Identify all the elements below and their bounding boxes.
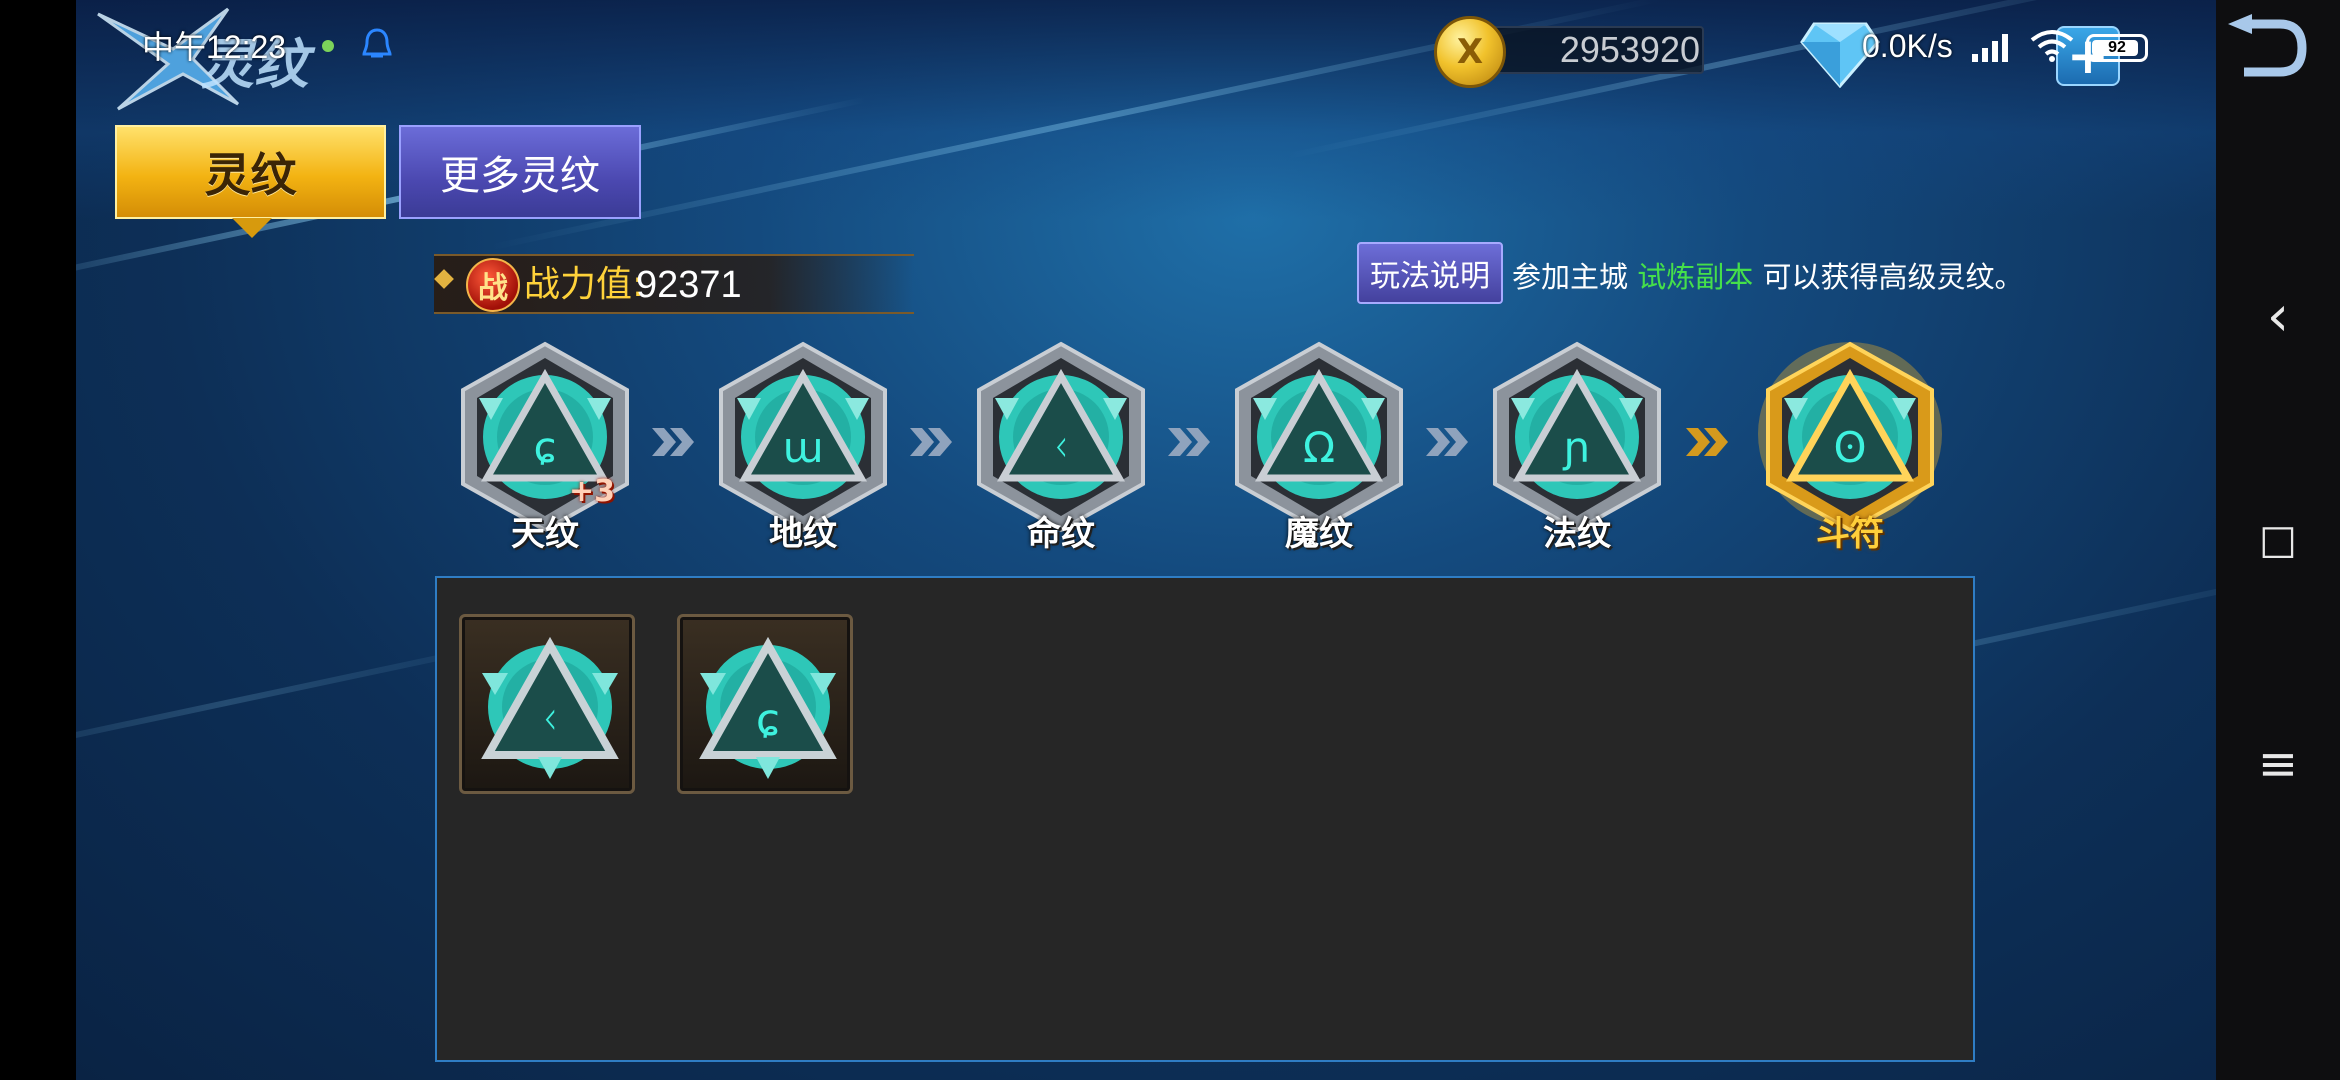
svg-text:ᚲ: ᚲ: [537, 695, 563, 746]
ming-rune-icon: ᚲ: [481, 636, 619, 779]
battery-level: 92: [2108, 39, 2126, 56]
nav-back-button[interactable]: ‹: [2216, 276, 2340, 356]
rune-name-tian: 天纹: [511, 514, 579, 554]
return-button[interactable]: [2222, 14, 2310, 86]
rune-node-fa[interactable]: ɲ 法纹: [1483, 338, 1671, 558]
rune-name-mo: 魔纹: [1285, 514, 1353, 554]
rune-glyph-dou: ʘ: [1833, 423, 1866, 472]
rune-node-mo[interactable]: Ω 魔纹: [1225, 338, 1413, 558]
power-label: 战力值:: [524, 264, 645, 305]
rune-bonus-badge: +3: [569, 474, 616, 509]
tian-rune-icon: ɕ: [699, 636, 837, 779]
nav-menu-button[interactable]: ≡: [2216, 724, 2340, 804]
rune-path-arrow-icon: [908, 424, 954, 469]
gameplay-help-button[interactable]: 玩法说明: [1357, 242, 1503, 304]
trial-dungeon-link: 试炼副本: [1637, 260, 1754, 294]
status-time: 中午12:23: [142, 29, 287, 65]
rune-name-dou: 斗符: [1816, 514, 1884, 554]
help-hint-suffix: 可以获得高级灵纹。: [1753, 260, 2024, 294]
rune-name-fa: 法纹: [1543, 514, 1611, 554]
rune-inventory: ᚲ ɕ: [435, 576, 1975, 1062]
left-screen-bezel: [0, 0, 76, 1080]
battle-power-icon: 战: [466, 258, 520, 312]
nav-home-button[interactable]: □: [2216, 500, 2340, 580]
svg-text:ɕ: ɕ: [756, 695, 780, 746]
rune-node-tian[interactable]: ɕ 天纹 +3: [451, 338, 639, 558]
gold-coin-icon: X: [1434, 16, 1506, 88]
gold-amount: 2953920: [1559, 29, 1700, 70]
active-tab-pointer: [232, 218, 272, 238]
system-nav-bar: ‹ □ ≡: [2216, 0, 2340, 1080]
rune-glyph-tian: ɕ: [533, 423, 556, 472]
rune-path-arrow-icon: [1684, 424, 1730, 469]
rune-path-arrow-icon: [1424, 424, 1470, 469]
power-value: 92371: [636, 264, 742, 306]
battery-indicator: 92: [2086, 34, 2148, 62]
rune-glyph-mo: Ω: [1303, 423, 1335, 472]
rune-glyph-di: ɯ: [783, 423, 824, 472]
inventory-slot[interactable]: ᚲ: [459, 614, 635, 794]
rune-node-di[interactable]: ɯ 地纹: [709, 338, 897, 558]
rune-node-dou[interactable]: ʘ 斗符: [1756, 338, 1944, 558]
rune-path-arrow-icon: [650, 424, 696, 469]
qq-notification-icon: [362, 28, 392, 70]
rune-node-ming[interactable]: ᚲ 命纹: [967, 338, 1155, 558]
network-speed: 0.0K/s: [1862, 28, 1953, 64]
rune-glyph-fa: ɲ: [1562, 423, 1590, 472]
inventory-slot[interactable]: ɕ: [677, 614, 853, 794]
rune-name-di: 地纹: [769, 514, 837, 554]
rune-name-ming: 命纹: [1027, 514, 1095, 554]
rune-path-arrow-icon: [1166, 424, 1212, 469]
rune-glyph-ming: ᚲ: [1048, 423, 1073, 472]
signal-icon: [1970, 30, 2018, 68]
notification-dot-icon: [322, 40, 334, 52]
tab-more-spirit-runes[interactable]: 更多灵纹: [399, 125, 641, 219]
tab-spirit-runes[interactable]: 灵纹: [115, 125, 386, 219]
help-hint-prefix: 参加主城: [1512, 260, 1638, 294]
wifi-icon: [2028, 28, 2076, 68]
help-hint: 参加主城 试炼副本 可以获得高级灵纹。: [1512, 254, 2023, 296]
